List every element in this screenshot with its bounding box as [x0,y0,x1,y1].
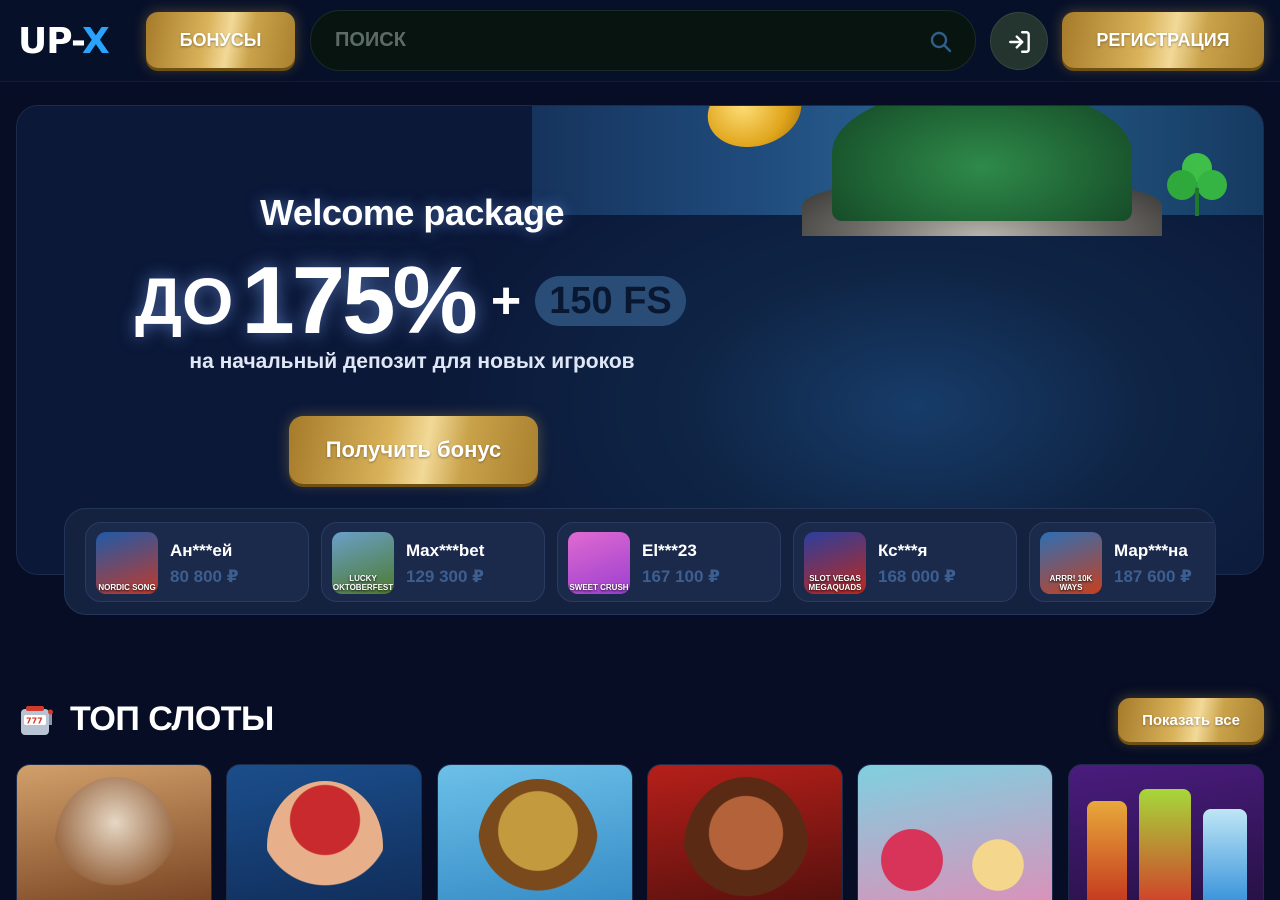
clover-icon [1167,153,1227,216]
login-button[interactable] [990,12,1048,70]
winner-card[interactable]: SLOT VEGAS MEGAQUADS Кс***я 168 000 ₽ [793,522,1017,602]
winner-card[interactable]: ARRR! 10K WAYS Мар***на 187 600 ₽ [1029,522,1215,602]
search-bar[interactable] [310,10,976,71]
slot-card[interactable] [226,764,422,900]
slot-card[interactable] [1068,764,1264,900]
top-header: UP-X БОНУСЫ РЕГИСТРАЦИЯ [0,0,1280,82]
winner-card[interactable]: LUCKY OKTOBERFEST Max***bet 129 300 ₽ [321,522,545,602]
winner-name: Кс***я [878,541,928,560]
winner-name: El***23 [642,541,697,560]
top-slots-row [16,764,1264,900]
game-thumbnail-label: SLOT VEGAS MEGAQUADS [808,574,862,592]
bonuses-button[interactable]: БОНУСЫ [146,12,295,68]
hero-banner[interactable]: Welcome package ДО175% +150 FS на начальн… [16,105,1264,575]
register-button[interactable]: РЕГИСТРАЦИЯ [1062,12,1264,68]
logo[interactable]: UP-X [18,21,110,62]
top-slots-header: 777 ТОП СЛОТЫ Показать все [16,698,1264,746]
hero-prefix: ДО [135,264,234,338]
game-thumbnail: LUCKY OKTOBERFEST [332,532,394,594]
hero-title: Welcome package [260,192,564,233]
free-spins-badge: 150 FS [535,276,686,326]
winner-name: Мар***на [1114,541,1188,560]
winner-amount: 80 800 ₽ [170,567,239,586]
winner-amount: 168 000 ₽ [878,567,957,586]
hero-percent: 175% [241,247,478,354]
slot-card[interactable] [16,764,212,900]
slot-machine-icon: 777 [21,706,53,735]
hero-plus: + [490,272,522,330]
game-thumbnail-label: LUCKY OKTOBERFEST [332,574,394,592]
winner-amount: 187 600 ₽ [1114,567,1193,586]
svg-text:777: 777 [26,717,43,726]
show-all-button[interactable]: Показать все [1118,698,1264,742]
winner-name: Max***bet [406,541,485,560]
hero-offer: ДО175% +150 FS [135,246,686,354]
search-input[interactable] [335,11,915,70]
section-title: ТОП СЛОТЫ [70,700,274,738]
game-thumbnail: NORDIC SONG [96,532,158,594]
winner-amount: 167 100 ₽ [642,567,721,586]
search-icon[interactable] [929,30,953,54]
hero-subtitle: на начальный депозит для новых игроков [189,350,635,373]
winner-amount: 129 300 ₽ [406,567,485,586]
game-thumbnail: SLOT VEGAS MEGAQUADS [804,532,866,594]
winner-card[interactable]: NORDIC SONG Ан***ей 80 800 ₽ [85,522,309,602]
game-thumbnail: ARRR! 10K WAYS [1040,532,1102,594]
recent-winners-strip: NORDIC SONG Ан***ей 80 800 ₽ LUCKY OKTOB… [64,508,1216,615]
gold-coin-image [699,106,810,158]
login-icon [1009,31,1030,53]
green-hat-image [832,106,1132,221]
slot-card[interactable] [647,764,843,900]
winner-card[interactable]: SWEET CRUSH El***23 167 100 ₽ [557,522,781,602]
winner-name: Ан***ей [170,541,233,560]
logo-up-text: UP- [18,21,83,62]
logo-x-text: X [82,21,110,62]
slot-card[interactable] [437,764,633,900]
hero-artwork [532,106,1263,236]
game-thumbnail-label: NORDIC SONG [98,583,156,592]
game-thumbnail: SWEET CRUSH [568,532,630,594]
slot-card[interactable] [857,764,1053,900]
get-bonus-button[interactable]: Получить бонус [289,416,538,484]
game-thumbnail-label: ARRR! 10K WAYS [1049,574,1093,592]
game-thumbnail-label: SWEET CRUSH [569,583,629,592]
